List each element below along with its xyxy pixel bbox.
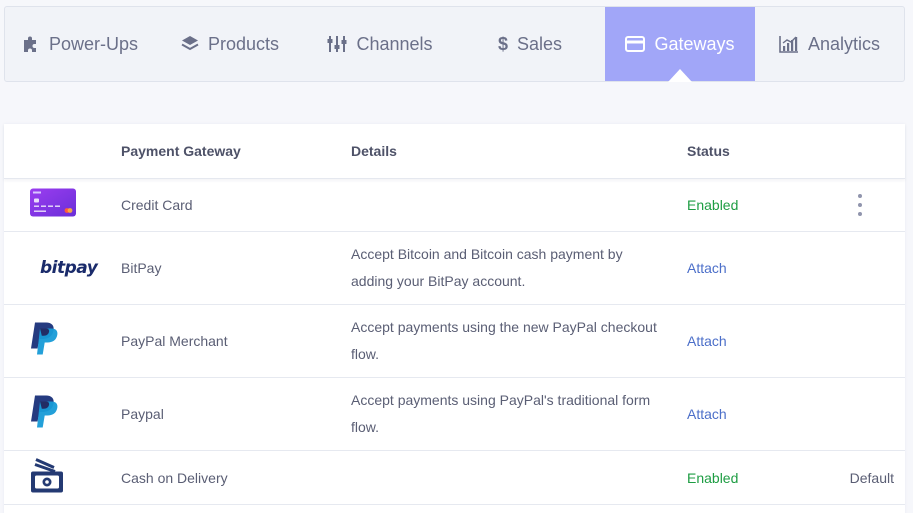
default-label: Default: [849, 469, 894, 486]
paypal-logo: [30, 322, 58, 361]
gateways-table: Payment Gateway Details Status Credit Ca…: [4, 124, 905, 513]
attach-link[interactable]: Attach: [687, 406, 727, 422]
gateway-name: PayPal Merchant: [121, 333, 228, 349]
tab-power-ups-label: Power-Ups: [48, 33, 139, 54]
gateway-name: Cash on Delivery: [121, 469, 228, 486]
paypal-logo: [30, 395, 58, 434]
tab-power-ups[interactable]: Power-Ups: [5, 7, 155, 81]
bitpay-logo: bitpay: [40, 258, 98, 278]
bar-chart-icon: [779, 36, 798, 53]
table-row[interactable]: PayPal Merchant Accept payments using th…: [4, 305, 905, 378]
tab-analytics[interactable]: Analytics: [755, 7, 904, 81]
gateway-name: Paypal: [121, 406, 164, 422]
status-badge: Enabled: [687, 469, 739, 486]
cash-logo: [30, 457, 64, 498]
layers-icon: [181, 36, 199, 51]
header-payment-gateway: Payment Gateway: [121, 143, 241, 159]
table-row[interactable]: Credit Card Enabled: [4, 179, 905, 232]
tab-bar: Power-Ups Products Channels $ Sales Gate…: [4, 6, 905, 82]
header-status: Status: [687, 143, 730, 159]
tab-channels-label: Channels: [356, 33, 433, 54]
tab-products-label: Products: [207, 33, 280, 54]
table-row[interactable]: Paypal Accept payments using PayPal's tr…: [4, 378, 905, 451]
gateway-name: BitPay: [121, 260, 162, 276]
tab-analytics-label: Analytics: [807, 33, 881, 54]
gateway-name: Credit Card: [121, 197, 193, 213]
table-row[interactable]: Cash on Delivery Enabled Default: [4, 451, 905, 505]
tab-gateways[interactable]: Gateways: [605, 7, 755, 82]
tab-channels[interactable]: Channels: [305, 7, 455, 81]
credit-card-logo: [30, 188, 76, 222]
tab-sales-label: Sales: [516, 33, 563, 54]
attach-link[interactable]: Attach: [687, 260, 727, 276]
credit-card-icon: [625, 36, 646, 52]
tab-products[interactable]: Products: [155, 7, 305, 81]
puzzle-icon: [23, 36, 36, 52]
tab-sales[interactable]: $ Sales: [455, 7, 605, 81]
tab-gateways-label: Gateways: [654, 33, 735, 54]
table-header: Payment Gateway Details Status: [4, 124, 905, 179]
gateway-details: Accept Bitcoin and Bitcoin cash payment …: [351, 246, 623, 289]
table-row[interactable]: bitpay BitPay Accept Bitcoin and Bitcoin…: [4, 232, 905, 305]
attach-link[interactable]: Attach: [687, 333, 727, 349]
dollar-icon: $: [497, 33, 508, 54]
gateway-details: Accept payments using the new PayPal che…: [351, 319, 657, 362]
status-badge: Enabled: [687, 197, 739, 213]
channels-icon: [327, 36, 347, 52]
gateway-details: Accept payments using PayPal's tradition…: [351, 392, 651, 435]
more-options-icon[interactable]: [856, 194, 864, 216]
header-details: Details: [351, 143, 397, 159]
